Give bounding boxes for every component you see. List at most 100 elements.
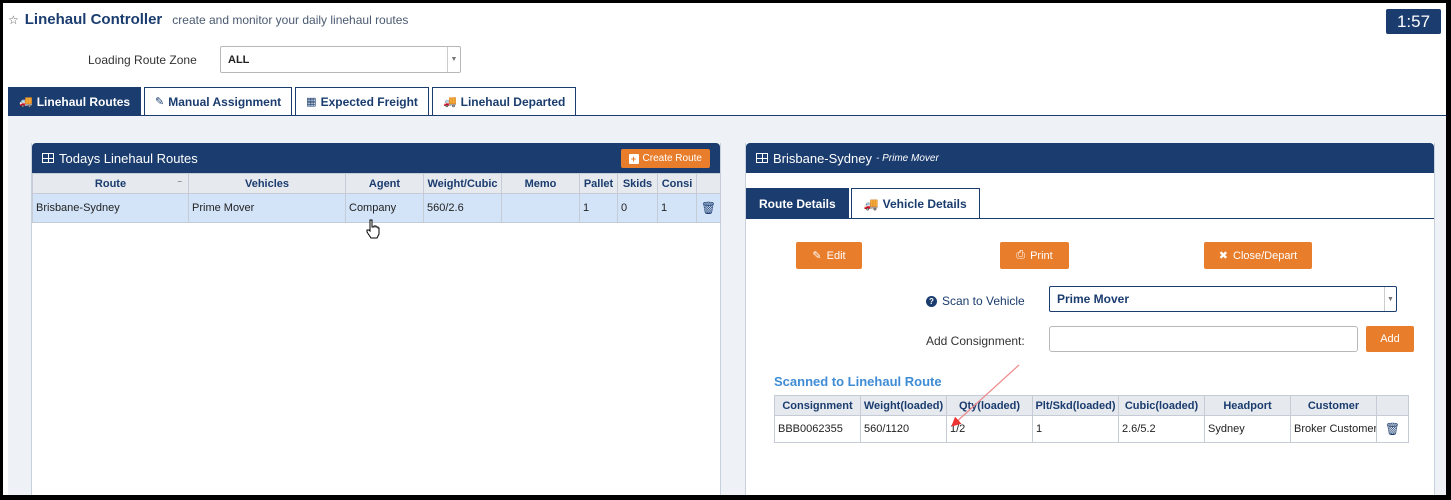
cell-agent: Company (345, 193, 424, 223)
column-header-skids[interactable]: Skids (617, 173, 658, 194)
column-header-customer[interactable]: Customer (1290, 395, 1377, 416)
print-icon: ⎙ (1016, 249, 1026, 261)
table-icon (42, 153, 54, 163)
cell-weight-loaded: 560/1120 (860, 415, 947, 443)
tab-route-details[interactable]: Route Details (746, 188, 849, 219)
add-consignment-label: Add Consignment: (926, 334, 1025, 348)
chevron-down-icon[interactable]: ▼ (1384, 287, 1396, 311)
print-button[interactable]: ⎙ Print (1000, 242, 1069, 269)
create-route-button[interactable]: + Create Route (620, 149, 710, 168)
truck-icon: 🚚 (19, 96, 33, 108)
cell-pallet: 1 (579, 193, 618, 223)
tab-vehicle-details[interactable]: 🚚 Vehicle Details (850, 188, 980, 219)
vehicle-select[interactable]: Prime Mover ▼ (1049, 286, 1397, 312)
table-header-row: Consignment Weight(loaded) Qty(loaded) P… (774, 395, 1409, 416)
tab-label: Expected Freight (320, 94, 418, 109)
table-row[interactable]: BBB0062355 560/1120 1/2 1 2.6/5.2 Sydney… (774, 415, 1409, 443)
edit-icon: ✎ (812, 250, 822, 262)
column-header-vehicles[interactable]: Vehicles (188, 173, 346, 194)
tab-linehaul-routes[interactable]: 🚚 Linehaul Routes (8, 87, 142, 116)
print-button-label: Print (1030, 249, 1053, 262)
consignment-input[interactable] (1049, 326, 1358, 352)
cell-memo (501, 193, 580, 223)
add-consignment-button[interactable]: Add (1366, 326, 1414, 352)
cell-headport: Sydney (1204, 415, 1291, 443)
tab-expected-freight[interactable]: ▦ Expected Freight (295, 87, 429, 116)
cell-consignment: BBB0062355 (774, 415, 861, 443)
tab-label: Route Details (759, 196, 836, 211)
session-timer: 1:57 (1386, 9, 1441, 34)
tab-label: Linehaul Departed (460, 94, 566, 109)
detail-panel-title: Brisbane-Sydney (773, 150, 872, 166)
column-header-consi[interactable]: Consi (657, 173, 697, 194)
column-header-route[interactable]: Route – (32, 173, 189, 194)
cell-cubic-loaded: 2.6/5.2 (1118, 415, 1205, 443)
column-header-cubic-loaded[interactable]: Cubic(loaded) (1118, 395, 1205, 416)
column-header-actions (696, 173, 721, 194)
trash-icon[interactable]: 🗑 (1376, 415, 1409, 443)
scan-to-vehicle-label: ? Scan to Vehicle (926, 294, 1025, 308)
scanned-section-title: Scanned to Linehaul Route (774, 374, 942, 389)
create-route-label: Create Route (642, 153, 702, 164)
close-depart-button[interactable]: ✖ Close/Depart (1204, 242, 1312, 269)
detail-tabs: Route Details 🚚 Vehicle Details (746, 188, 980, 219)
edit-icon: ✎ (155, 96, 165, 108)
cell-skids: 0 (617, 193, 658, 223)
hand-cursor-icon (366, 219, 380, 239)
column-header-consignment[interactable]: Consignment (774, 395, 861, 416)
tab-manual-assignment[interactable]: ✎ Manual Assignment (144, 87, 293, 116)
column-header-agent[interactable]: Agent (345, 173, 424, 194)
column-header-weight[interactable]: Weight/Cubic (423, 173, 502, 194)
cell-route: Brisbane-Sydney (32, 193, 189, 223)
vehicle-select-value: Prime Mover (1057, 292, 1130, 306)
truck-icon: 🚚 (863, 196, 879, 211)
zone-label: Loading Route Zone (88, 53, 197, 67)
table-header-row: Route – Vehicles Agent Weight/Cubic Memo … (32, 173, 721, 194)
calendar-icon: ▦ (306, 96, 317, 108)
cell-vehicles: Prime Mover (188, 193, 346, 223)
detail-panel-subtitle: - Prime Mover (876, 152, 939, 164)
page-title: Linehaul Controller (24, 11, 163, 28)
detail-panel-header: Brisbane-Sydney - Prime Mover (746, 143, 1434, 173)
routes-table: Route – Vehicles Agent Weight/Cubic Memo … (32, 173, 721, 223)
column-header-plt-skd-loaded[interactable]: Plt/Skd(loaded) (1032, 395, 1119, 416)
main-tabs: 🚚 Linehaul Routes ✎ Manual Assignment ▦ … (8, 87, 577, 116)
help-icon[interactable]: ? (926, 295, 937, 307)
cell-qty-loaded: 1/2 (946, 415, 1033, 443)
page-subtitle: create and monitor your daily linehaul r… (172, 13, 409, 27)
cell-consi: 1 (657, 193, 697, 223)
cell-customer: Broker Customer (1290, 415, 1377, 443)
zone-select-value: ALL (228, 53, 250, 66)
tab-label: Vehicle Details (882, 196, 967, 211)
detail-tabs-divider (746, 218, 1434, 219)
plus-icon: + (628, 153, 639, 164)
sort-icon[interactable]: – (178, 177, 182, 186)
close-depart-label: Close/Depart (1233, 249, 1298, 262)
route-detail-panel: Brisbane-Sydney - Prime Mover Route Deta… (745, 143, 1435, 495)
cell-weight: 560/2.6 (423, 193, 502, 223)
tab-label: Manual Assignment (168, 94, 282, 109)
edit-button-label: Edit (826, 249, 846, 262)
close-icon: ✖ (1218, 250, 1228, 262)
truck-icon: 🚚 (442, 96, 457, 108)
trash-icon[interactable]: 🗑 (696, 193, 721, 223)
routes-panel: Todays Linehaul Routes + Create Route Ro… (31, 143, 721, 495)
routes-panel-header: Todays Linehaul Routes + Create Route (32, 143, 720, 173)
column-header-qty-loaded[interactable]: Qty(loaded) (946, 395, 1033, 416)
zone-select[interactable]: ALL ▼ (220, 46, 461, 73)
scanned-table: Consignment Weight(loaded) Qty(loaded) P… (774, 395, 1409, 443)
star-icon[interactable]: ☆ (8, 13, 19, 27)
column-header-actions (1376, 395, 1409, 416)
edit-button[interactable]: ✎ Edit (796, 242, 862, 269)
routes-panel-title: Todays Linehaul Routes (59, 150, 198, 166)
chevron-down-icon[interactable]: ▼ (447, 47, 460, 72)
tab-label: Linehaul Routes (36, 94, 131, 109)
cell-plt-skd-loaded: 1 (1032, 415, 1119, 443)
column-header-headport[interactable]: Headport (1204, 395, 1291, 416)
app-window: ☆ Linehaul Controller create and monitor… (3, 3, 1446, 495)
column-header-pallet[interactable]: Pallet (579, 173, 618, 194)
column-header-memo[interactable]: Memo (501, 173, 580, 194)
tab-linehaul-departed[interactable]: 🚚 Linehaul Departed (431, 87, 577, 116)
column-header-weight-loaded[interactable]: Weight(loaded) (860, 395, 947, 416)
app-header: ☆ Linehaul Controller create and monitor… (8, 11, 408, 28)
